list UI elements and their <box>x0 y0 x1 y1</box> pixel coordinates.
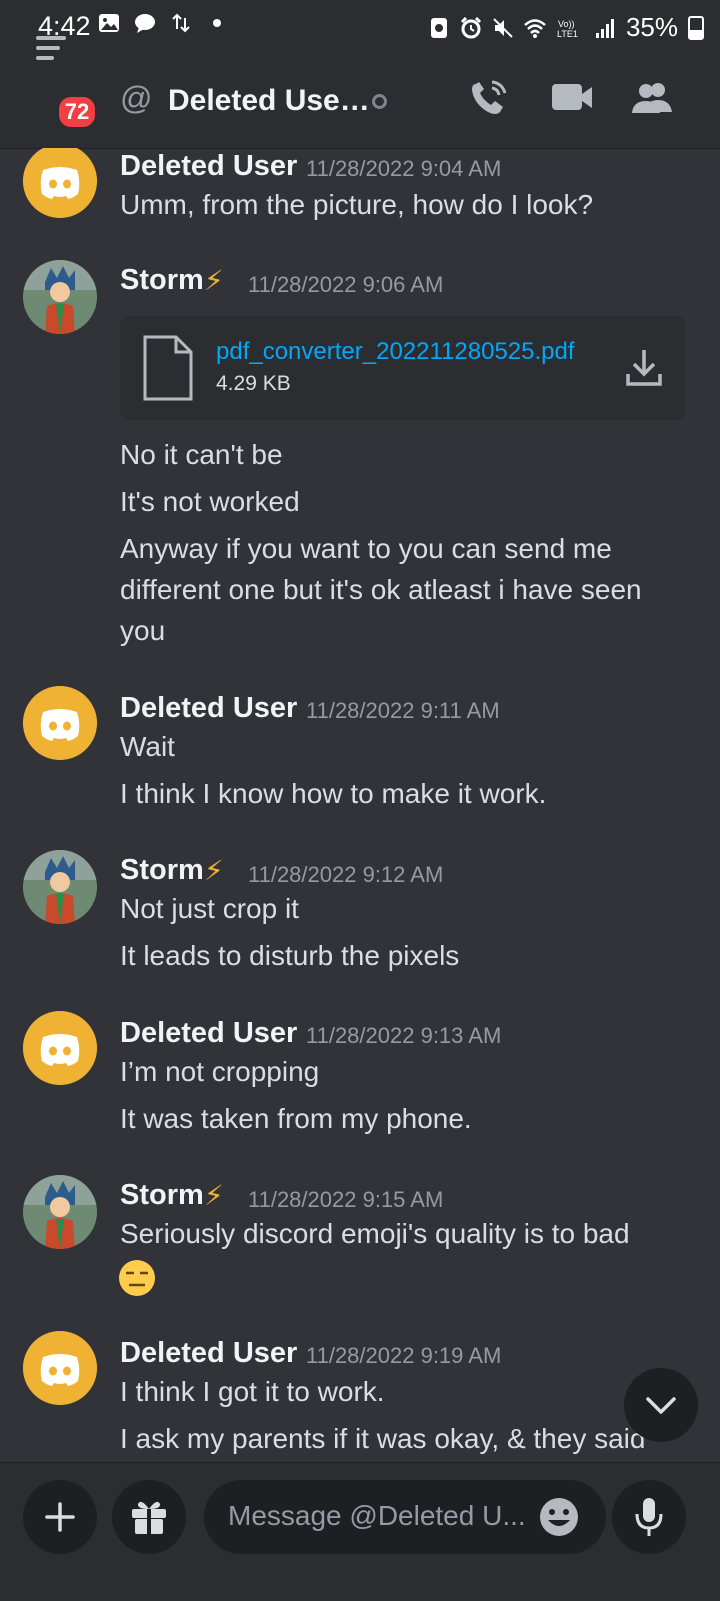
message-text: No it can't be <box>120 439 283 470</box>
timestamp: 11/28/2022 9:15 AM <box>248 1187 444 1212</box>
attachment-size: 4.29 KB <box>216 372 291 395</box>
plus-icon <box>45 1502 75 1532</box>
message-text: It leads to disturb the pixels <box>120 940 460 971</box>
alarm-icon <box>460 16 482 38</box>
battery-icon <box>688 15 704 40</box>
svg-text:LTE1: LTE1 <box>557 29 578 39</box>
message-text: you <box>120 615 166 646</box>
message-text: Umm, from the picture, how do I look? <box>120 189 594 220</box>
call-icon[interactable] <box>468 78 512 118</box>
image-icon <box>99 14 119 32</box>
page-title[interactable]: Deleted Use… <box>168 84 370 118</box>
timestamp: 11/28/2022 9:12 AM <box>248 862 444 887</box>
message-text: It's not worked <box>120 486 300 517</box>
discord-avatar-icon[interactable] <box>23 1011 97 1085</box>
discord-avatar-icon[interactable] <box>23 686 97 760</box>
nfc-icon <box>430 17 447 38</box>
offline-status-icon <box>372 94 387 109</box>
message-text: Seriously discord emoji's quality is to … <box>120 1218 630 1249</box>
author-name[interactable]: Storm <box>120 854 204 887</box>
author-name[interactable]: Deleted User <box>120 692 297 725</box>
file-icon <box>143 335 193 401</box>
microphone-icon <box>635 1498 663 1536</box>
chat-icon <box>135 14 155 33</box>
at-icon: @ <box>120 80 153 116</box>
unread-badge: 72 <box>56 94 98 130</box>
message-text: I ask my parents if it was okay, & they … <box>120 1423 646 1454</box>
message-text: I’m not cropping <box>120 1056 320 1087</box>
svg-text:Vo)): Vo)) <box>558 19 575 29</box>
jump-to-present-button[interactable] <box>624 1368 698 1442</box>
lightning-emoji: ⚡ <box>204 1180 224 1211</box>
discord-avatar-icon[interactable] <box>23 148 97 218</box>
message-text: I think I know how to make it work. <box>120 778 547 809</box>
gift-icon <box>132 1501 166 1534</box>
message-text: Wait <box>120 731 175 762</box>
members-icon[interactable] <box>630 78 674 118</box>
author-name[interactable]: Storm <box>120 1179 204 1212</box>
download-icon[interactable] <box>622 346 666 390</box>
system-icons: Vo)) LTE1 35% <box>428 12 704 43</box>
dot-icon <box>213 19 221 27</box>
attachment-filename[interactable]: pdf_converter_202211280525.pdf <box>216 338 575 366</box>
message-text: I think I got it to work. <box>120 1376 385 1407</box>
lightning-emoji: ⚡ <box>204 265 224 296</box>
author-name[interactable]: Deleted User <box>120 1337 297 1370</box>
message-text: different one but it's ok atleast i have… <box>120 574 642 605</box>
storm-avatar-icon[interactable] <box>23 850 97 924</box>
author-name[interactable]: Deleted User <box>120 150 297 183</box>
battery-percent: 35% <box>625 12 678 42</box>
message-input[interactable]: Message @Deleted U... <box>204 1480 606 1554</box>
notification-icons <box>98 12 228 34</box>
message-text: It was taken from my phone. <box>120 1103 472 1134</box>
timestamp: 11/28/2022 9:19 AM <box>306 1343 502 1368</box>
signal-icon <box>595 18 614 38</box>
message-text: Anyway if you want to you can send me <box>120 533 612 564</box>
timestamp: 11/28/2022 9:04 AM <box>306 156 502 181</box>
message-text: Not just crop it <box>120 893 299 924</box>
status-bar: 4:42 Vo)) LTE1 35% <box>0 0 720 52</box>
message-list[interactable]: Deleted User 11/28/2022 9:04 AM Umm, fro… <box>0 148 720 1460</box>
volte-icon: Vo))LTE1 <box>557 19 578 39</box>
message-placeholder: Message @Deleted U... <box>228 1500 526 1531</box>
wifi-icon <box>524 18 546 38</box>
author-name[interactable]: Storm <box>120 264 204 297</box>
chevron-down-icon <box>646 1397 676 1414</box>
video-icon[interactable] <box>550 78 594 118</box>
storm-avatar-icon[interactable] <box>23 260 97 334</box>
timestamp: 11/28/2022 9:11 AM <box>306 698 500 723</box>
data-transfer-icon <box>172 13 190 33</box>
menu-icon[interactable] <box>32 26 92 76</box>
discord-avatar-icon[interactable] <box>23 1331 97 1405</box>
mute-icon <box>493 17 513 38</box>
file-attachment[interactable]: pdf_converter_202211280525.pdf 4.29 KB <box>120 316 686 420</box>
add-attachment-button[interactable] <box>23 1480 97 1554</box>
expressionless-emoji-icon <box>119 1260 155 1296</box>
voice-message-button[interactable] <box>612 1480 686 1554</box>
emoji-picker-icon[interactable] <box>538 1496 580 1538</box>
timestamp: 11/28/2022 9:13 AM <box>306 1023 502 1048</box>
lightning-emoji: ⚡ <box>204 855 224 886</box>
timestamp: 11/28/2022 9:06 AM <box>248 272 444 297</box>
storm-avatar-icon[interactable] <box>23 1175 97 1249</box>
gift-button[interactable] <box>112 1480 186 1554</box>
author-name[interactable]: Deleted User <box>120 1017 297 1050</box>
